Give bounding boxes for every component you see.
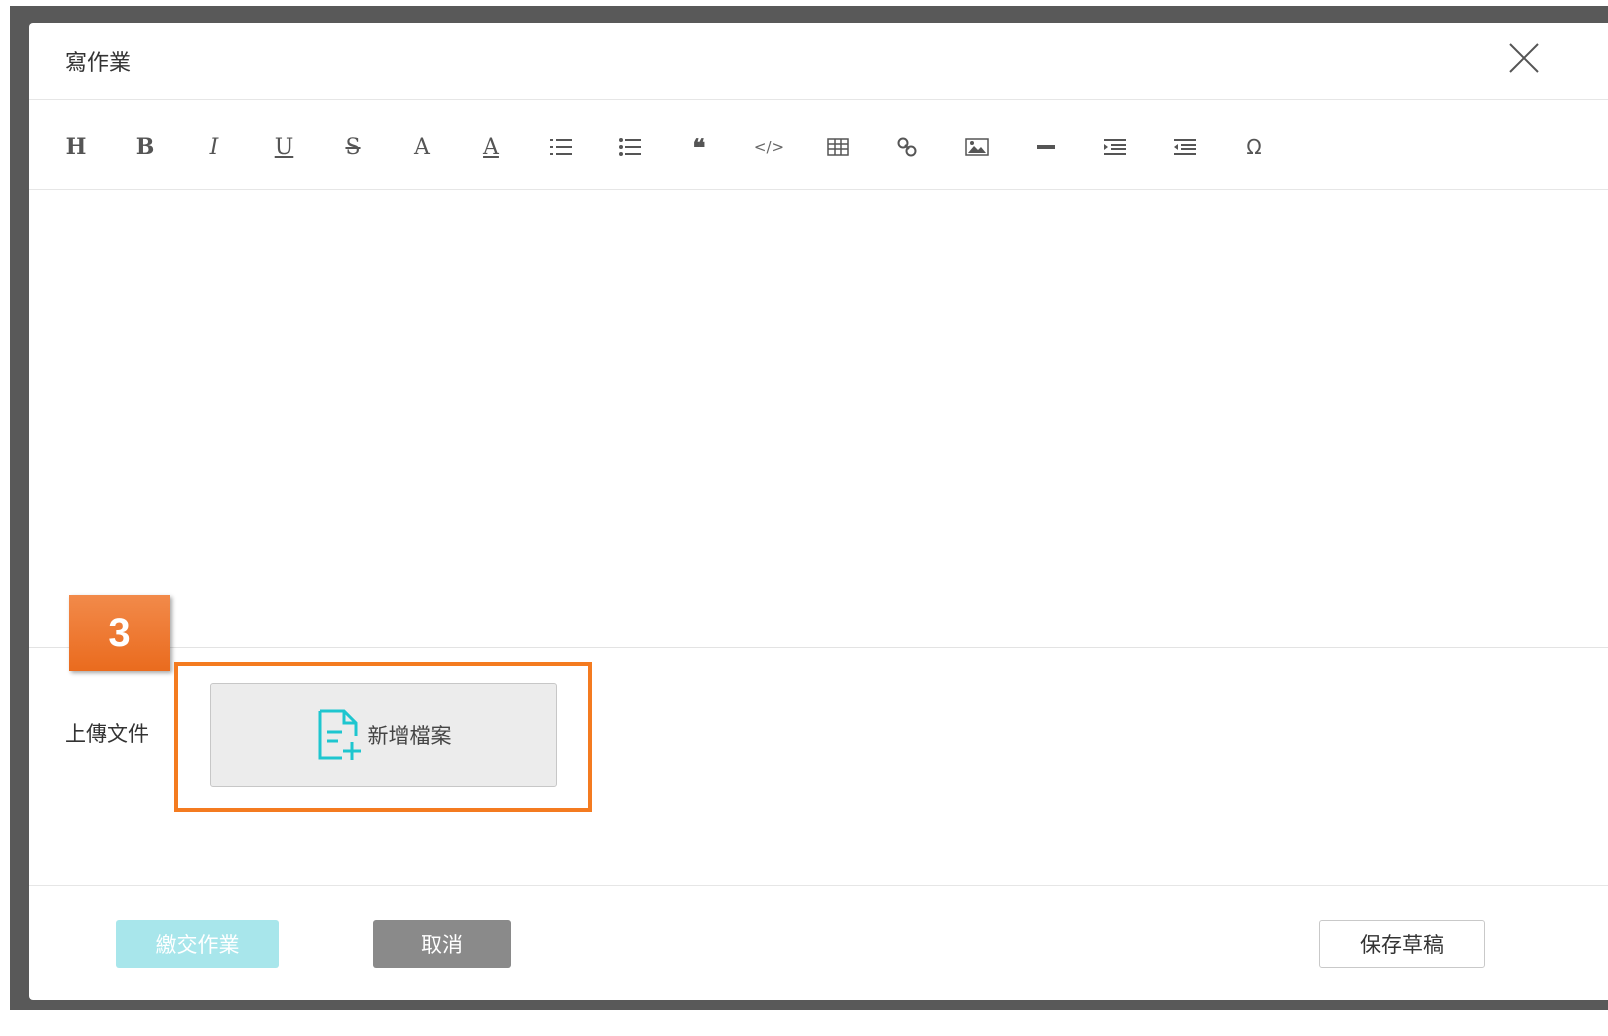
horizontal-rule-icon [1037, 145, 1055, 149]
heading-button[interactable]: H [56, 130, 96, 164]
blockquote-icon: ❝ [692, 132, 706, 162]
bold-button[interactable]: B [125, 130, 165, 164]
blockquote-button[interactable]: ❝ [679, 130, 719, 164]
table-button[interactable] [818, 130, 858, 164]
horizontal-rule-button[interactable] [1026, 130, 1066, 164]
font-color-button[interactable]: A [402, 130, 442, 164]
dialog-title: 寫作業 [65, 51, 132, 76]
editor-toolbar: H B I U S A A ❝ </> Ω [29, 100, 1608, 190]
divider [29, 647, 1608, 648]
add-file-button[interactable]: 新增檔案 [210, 683, 557, 787]
link-button[interactable] [887, 130, 927, 164]
indent-button[interactable] [1095, 130, 1135, 164]
ordered-list-icon [550, 139, 572, 155]
add-file-icon [318, 709, 361, 760]
heading-icon: H [65, 134, 87, 160]
strikethrough-button[interactable]: S [333, 130, 373, 164]
image-icon [965, 138, 989, 156]
omega-icon: Ω [1246, 135, 1262, 159]
strikethrough-icon: S [345, 134, 361, 160]
underline-icon: U [274, 134, 294, 160]
indent-icon [1104, 139, 1126, 155]
italic-icon: I [209, 134, 219, 160]
editor-content-area[interactable] [29, 190, 1608, 647]
write-assignment-dialog: 寫作業 H B I U S A A ❝ </> Ω 3 上傳文件 新增檔案 繳交… [29, 23, 1608, 1000]
save-draft-button[interactable]: 保存草稿 [1319, 920, 1485, 968]
bold-icon: B [135, 134, 155, 160]
underline-button[interactable]: U [264, 130, 304, 164]
upload-label: 上傳文件 [65, 722, 149, 746]
outdent-icon [1174, 139, 1196, 155]
italic-button[interactable]: I [194, 130, 234, 164]
code-icon: </> [753, 138, 785, 156]
background-color-icon: A [483, 134, 499, 160]
table-icon [827, 138, 849, 156]
image-button[interactable] [957, 130, 997, 164]
add-file-label: 新增檔案 [367, 724, 452, 748]
cancel-button[interactable]: 取消 [373, 920, 511, 968]
font-color-icon: A [414, 134, 430, 160]
code-button[interactable]: </> [749, 130, 789, 164]
submit-assignment-button[interactable]: 繳交作業 [116, 920, 279, 968]
step-badge: 3 [69, 595, 170, 671]
close-button[interactable] [1507, 41, 1541, 75]
link-icon [897, 137, 917, 157]
outdent-button[interactable] [1165, 130, 1205, 164]
background-color-button[interactable]: A [471, 130, 511, 164]
unordered-list-button[interactable] [610, 130, 650, 164]
ordered-list-button[interactable] [541, 130, 581, 164]
dialog-header: 寫作業 [29, 23, 1608, 100]
unordered-list-icon [619, 138, 641, 156]
divider [29, 885, 1608, 886]
special-char-button[interactable]: Ω [1234, 130, 1274, 164]
close-icon [1509, 43, 1539, 73]
